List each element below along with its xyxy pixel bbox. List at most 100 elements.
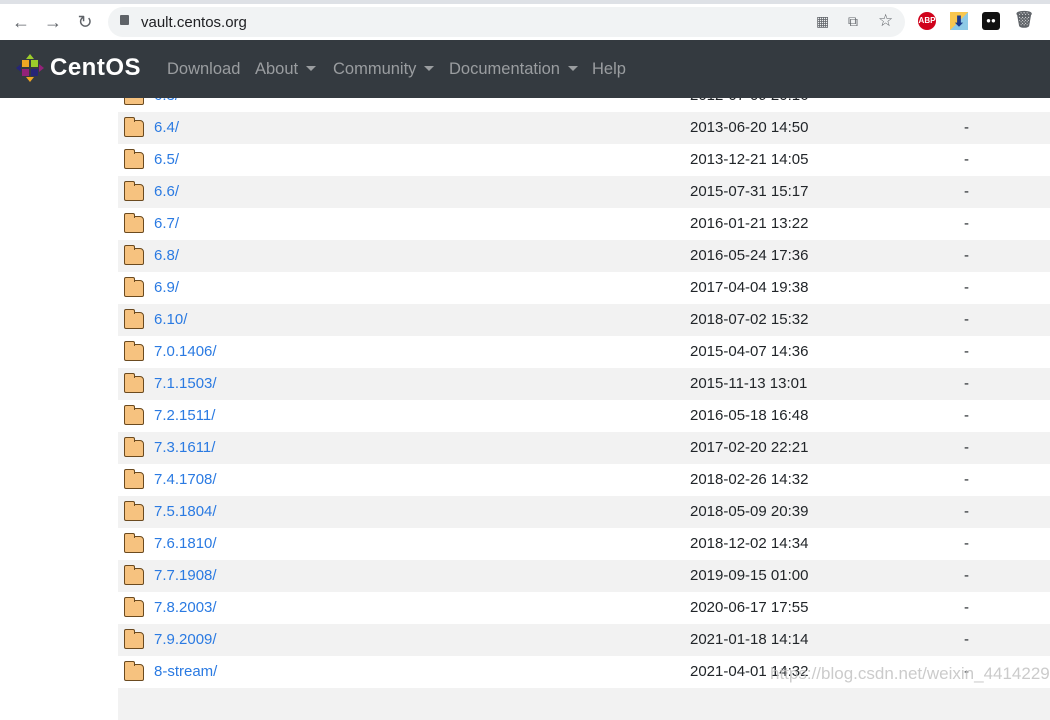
directory-link[interactable]: 6.4/ xyxy=(154,119,179,136)
size: - xyxy=(964,343,969,360)
forward-icon[interactable]: → xyxy=(42,12,64,33)
modified-date: 2015-04-07 14:36 xyxy=(690,343,809,360)
centos-logo-icon[interactable] xyxy=(16,54,44,82)
browser-toolbar: ← → ↻ vault.centos.org ▦ ⧉ ☆ ABP ⬇ ●● 🗑 xyxy=(0,0,1050,40)
size: - xyxy=(964,215,969,232)
modified-date: 2018-02-26 14:32 xyxy=(690,471,809,488)
table-row: 7.4.1708/ 2018-02-26 14:32 - xyxy=(118,464,1050,496)
trash-icon[interactable]: 🗑 xyxy=(1014,12,1034,30)
directory-link[interactable]: 7.6.1810/ xyxy=(154,535,217,552)
size: - xyxy=(964,183,969,200)
table-row: 6.8/ 2016-05-24 17:36 - xyxy=(118,240,1050,272)
modified-date: 2016-05-18 16:48 xyxy=(690,407,809,424)
folder-icon xyxy=(124,309,144,329)
table-row: 7.6.1810/ 2018-12-02 14:34 - xyxy=(118,528,1050,560)
nav-about[interactable]: About xyxy=(255,60,317,79)
modified-date: 2019-09-15 01:00 xyxy=(690,567,809,584)
modified-date: 2018-07-02 15:32 xyxy=(690,311,809,328)
table-row: 7.5.1804/ 2018-05-09 20:39 - xyxy=(118,496,1050,528)
size: - xyxy=(964,151,969,168)
lock-icon xyxy=(120,15,129,25)
modified-date: 2016-01-21 13:22 xyxy=(690,215,809,232)
watermark: https://blog.csdn.net/weixin_44142296 xyxy=(770,664,1050,683)
nav-help[interactable]: Help xyxy=(592,60,626,79)
url-text: vault.centos.org xyxy=(141,14,247,31)
modified-date: 2013-12-21 14:05 xyxy=(690,151,809,168)
caret-down-icon xyxy=(424,66,435,71)
directory-link[interactable]: 7.2.1511/ xyxy=(154,407,215,424)
directory-listing: 6.3/ 2012-07-09 20:16 - 6.4/ 2013-06-20 … xyxy=(118,80,1050,720)
size: - xyxy=(964,471,969,488)
directory-link[interactable]: 6.5/ xyxy=(154,151,179,168)
modified-date: 2017-02-20 22:21 xyxy=(690,439,809,456)
modified-date: 2016-05-24 17:36 xyxy=(690,247,809,264)
directory-link[interactable]: 7.8.2003/ xyxy=(154,599,217,616)
modified-date: 2020-06-17 17:55 xyxy=(690,599,809,616)
table-row: 7.1.1503/ 2015-11-13 13:01 - xyxy=(118,368,1050,400)
folder-icon xyxy=(124,565,144,585)
modified-date: 2018-05-09 20:39 xyxy=(690,503,809,520)
size: - xyxy=(964,439,969,456)
folder-icon xyxy=(124,181,144,201)
size: - xyxy=(964,503,969,520)
size: - xyxy=(964,311,969,328)
download-extension-icon[interactable]: ⬇ xyxy=(950,12,968,30)
table-row: 7.0.1406/ 2015-04-07 14:36 - xyxy=(118,336,1050,368)
folder-icon xyxy=(124,277,144,297)
directory-link[interactable]: 8-stream/ xyxy=(154,663,217,680)
table-row: 7.2.1511/ 2016-05-18 16:48 - xyxy=(118,400,1050,432)
adblock-icon[interactable]: ABP xyxy=(918,12,936,30)
directory-link[interactable]: 6.6/ xyxy=(154,183,179,200)
translate-icon[interactable]: ⧉ xyxy=(848,13,858,30)
folder-icon xyxy=(124,341,144,361)
modified-date: 2018-12-02 14:34 xyxy=(690,535,809,552)
directory-link[interactable]: 7.9.2009/ xyxy=(154,631,217,648)
reload-icon[interactable]: ↻ xyxy=(74,12,96,33)
table-row: 6.6/ 2015-07-31 15:17 - xyxy=(118,176,1050,208)
directory-link[interactable]: 6.10/ xyxy=(154,311,187,328)
size: - xyxy=(964,599,969,616)
table-row xyxy=(118,688,1050,720)
directory-link[interactable]: 7.5.1804/ xyxy=(154,503,217,520)
back-icon[interactable]: ← xyxy=(10,12,32,33)
table-row: 6.5/ 2013-12-21 14:05 - xyxy=(118,144,1050,176)
nav-documentation[interactable]: Documentation xyxy=(449,60,578,79)
size: - xyxy=(964,247,969,264)
table-row: 7.9.2009/ 2021-01-18 14:14 - xyxy=(118,624,1050,656)
folder-icon xyxy=(124,213,144,233)
modified-date: 2021-01-18 14:14 xyxy=(690,631,809,648)
directory-link[interactable]: 7.1.1503/ xyxy=(154,375,217,392)
bookmark-star-icon[interactable]: ☆ xyxy=(878,11,893,31)
table-row: 6.4/ 2013-06-20 14:50 - xyxy=(118,112,1050,144)
folder-icon xyxy=(124,501,144,521)
table-row: 7.8.2003/ 2020-06-17 17:55 - xyxy=(118,592,1050,624)
nav-download[interactable]: Download xyxy=(167,60,240,79)
brand-name[interactable]: CentOS xyxy=(50,54,141,82)
directory-link[interactable]: 7.4.1708/ xyxy=(154,471,217,488)
size: - xyxy=(964,631,969,648)
directory-link[interactable]: 6.7/ xyxy=(154,215,179,232)
address-bar[interactable]: vault.centos.org ▦ ⧉ ☆ xyxy=(108,7,905,37)
directory-link[interactable]: 7.0.1406/ xyxy=(154,343,217,360)
size: - xyxy=(964,279,969,296)
directory-link[interactable]: 7.3.1611/ xyxy=(154,439,215,456)
size: - xyxy=(964,119,969,136)
directory-link[interactable]: 6.8/ xyxy=(154,247,179,264)
folder-icon xyxy=(124,469,144,489)
modified-date: 2015-11-13 13:01 xyxy=(690,375,808,392)
table-row: 6.10/ 2018-07-02 15:32 - xyxy=(118,304,1050,336)
size: - xyxy=(964,535,969,552)
folder-icon xyxy=(124,245,144,265)
qr-code-icon[interactable]: ▦ xyxy=(816,13,829,30)
directory-link[interactable]: 7.7.1908/ xyxy=(154,567,217,584)
size: - xyxy=(964,567,969,584)
folder-icon xyxy=(124,373,144,393)
folder-icon xyxy=(124,149,144,169)
directory-link[interactable]: 6.9/ xyxy=(154,279,179,296)
extension-icon[interactable]: ●● xyxy=(982,12,1000,30)
site-navbar: CentOS Download About Community Document… xyxy=(0,40,1050,98)
table-row: 6.9/ 2017-04-04 19:38 - xyxy=(118,272,1050,304)
size: - xyxy=(964,407,969,424)
modified-date: 2013-06-20 14:50 xyxy=(690,119,809,136)
nav-community[interactable]: Community xyxy=(333,60,435,79)
